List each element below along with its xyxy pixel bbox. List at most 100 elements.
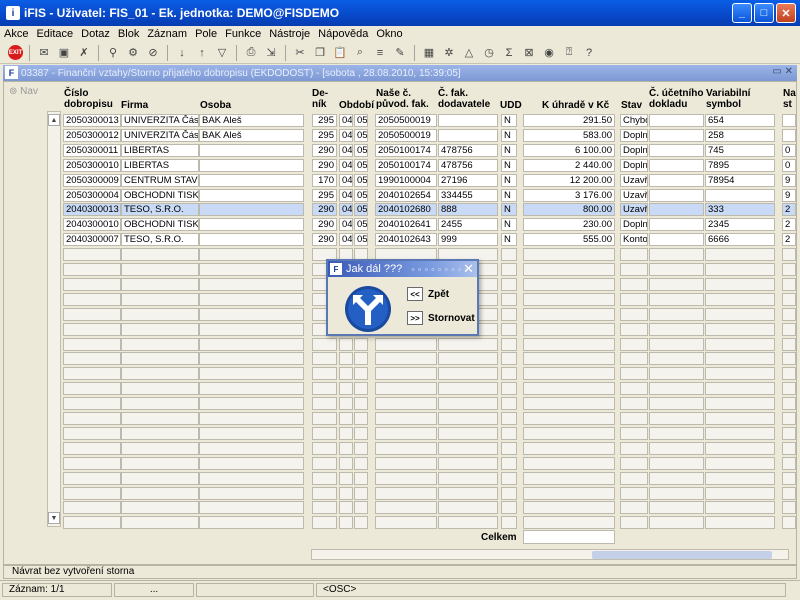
cell-kuhrade[interactable] <box>523 248 615 262</box>
export-icon[interactable]: ⇲ <box>263 45 279 61</box>
cell-denik[interactable] <box>312 397 337 411</box>
cell-cfak[interactable] <box>438 441 498 455</box>
cell-cislo[interactable]: 2050300010 <box>63 158 121 172</box>
cell-nase[interactable] <box>375 516 437 530</box>
cell-varsym[interactable] <box>705 263 775 276</box>
table-row[interactable]: 2040300013 TESO, S.R.O. 290 04 05 2040102680 8… <box>0 203 800 217</box>
cell-denik[interactable]: 290 <box>312 143 337 157</box>
cell-kuhrade[interactable] <box>523 367 615 381</box>
cell-cislo[interactable] <box>63 516 121 530</box>
cell-na[interactable] <box>782 456 796 470</box>
cell-na[interactable] <box>782 263 796 276</box>
cell-cucet[interactable] <box>649 337 704 351</box>
table-row[interactable] <box>0 382 800 396</box>
cell-nase[interactable] <box>375 337 437 351</box>
table-row[interactable]: 2050300013UNIVERZITA Část: EBAK Aleš2950… <box>0 114 800 127</box>
cell-firma[interactable]: LIBERTAS <box>121 158 199 172</box>
cancel-storno-button[interactable]: >> <box>407 311 423 325</box>
cell-firma[interactable]: TESO, S.R.O. <box>121 203 199 217</box>
cell-obd2[interactable] <box>354 337 368 351</box>
cell-udd[interactable] <box>501 456 517 470</box>
cell-stav[interactable] <box>620 337 648 351</box>
cell-obd2[interactable] <box>354 501 368 515</box>
cell-osoba[interactable]: BAK Aleš <box>199 114 304 127</box>
cell-stav[interactable] <box>620 292 648 306</box>
sum-icon[interactable]: Σ <box>501 45 517 61</box>
cell-osoba[interactable] <box>199 441 304 455</box>
cell-obd1[interactable] <box>339 516 353 530</box>
cell-osoba[interactable] <box>199 233 304 247</box>
cell-kuhrade[interactable] <box>523 441 615 455</box>
cell-osoba[interactable] <box>199 501 304 515</box>
cell-obd1[interactable]: 04 <box>339 188 353 202</box>
cell-cfak[interactable] <box>438 471 498 485</box>
cell-udd[interactable]: N <box>501 158 517 172</box>
cell-denik[interactable] <box>312 501 337 515</box>
cell-udd[interactable] <box>501 263 517 276</box>
cell-cislo[interactable] <box>63 292 121 306</box>
cell-obd2[interactable] <box>354 352 368 366</box>
cell-varsym[interactable] <box>705 337 775 351</box>
cell-cucet[interactable] <box>649 471 704 485</box>
cell-varsym[interactable] <box>705 367 775 381</box>
cell-nase[interactable]: 1990100004 <box>375 173 437 187</box>
minimize-button[interactable]: _ <box>732 3 752 23</box>
cell-stav[interactable] <box>620 397 648 411</box>
cell-obd2[interactable] <box>354 426 368 440</box>
cell-udd[interactable] <box>501 337 517 351</box>
menu-nastroje[interactable]: Nástroje <box>269 28 310 40</box>
cell-nase[interactable]: 2050500019 <box>375 114 437 127</box>
cell-varsym[interactable] <box>705 412 775 425</box>
cell-osoba[interactable] <box>199 188 304 202</box>
cell-obd2[interactable] <box>354 516 368 530</box>
cell-stav[interactable] <box>620 382 648 396</box>
delete-record-icon[interactable]: ✗ <box>76 45 92 61</box>
cell-cislo[interactable] <box>63 382 121 396</box>
cell-na[interactable] <box>782 322 796 336</box>
cell-cfak[interactable]: 999 <box>438 233 498 247</box>
cell-cislo[interactable] <box>63 367 121 381</box>
cell-obd1[interactable]: 04 <box>339 158 353 172</box>
cell-udd[interactable] <box>501 516 517 530</box>
cell-denik[interactable]: 295 <box>312 188 337 202</box>
cell-na[interactable] <box>782 397 796 411</box>
cell-denik[interactable] <box>312 516 337 530</box>
cell-varsym[interactable] <box>705 471 775 485</box>
cell-udd[interactable] <box>501 441 517 455</box>
cell-na[interactable] <box>782 412 796 425</box>
cell-cislo[interactable]: 2040300010 <box>63 218 121 232</box>
cell-cfak[interactable] <box>438 501 498 515</box>
cell-denik[interactable] <box>312 486 337 500</box>
cell-cucet[interactable] <box>649 263 704 276</box>
cell-kuhrade[interactable]: 555.00 <box>523 233 615 247</box>
cell-kuhrade[interactable]: 291.50 <box>523 114 615 127</box>
cell-na[interactable] <box>782 248 796 262</box>
close-button[interactable]: ✕ <box>776 3 796 23</box>
cell-cislo[interactable] <box>63 456 121 470</box>
cell-firma[interactable] <box>121 322 199 336</box>
cell-obd1[interactable] <box>339 352 353 366</box>
cell-varsym[interactable]: 333 <box>705 203 775 217</box>
cell-osoba[interactable] <box>199 143 304 157</box>
cell-firma[interactable] <box>121 397 199 411</box>
cell-firma[interactable] <box>121 248 199 262</box>
cell-denik[interactable]: 295 <box>312 114 337 127</box>
cell-obd1[interactable]: 04 <box>339 143 353 157</box>
cell-osoba[interactable] <box>199 277 304 291</box>
cell-osoba[interactable] <box>199 337 304 351</box>
cell-udd[interactable] <box>501 426 517 440</box>
cell-nase[interactable]: 2050100174 <box>375 158 437 172</box>
cell-obd1[interactable] <box>339 412 353 425</box>
table-row[interactable] <box>0 412 800 425</box>
menu-okno[interactable]: Okno <box>376 28 402 40</box>
cell-kuhrade[interactable] <box>523 412 615 425</box>
cell-kuhrade[interactable]: 2 440.00 <box>523 158 615 172</box>
cell-denik[interactable]: 290 <box>312 218 337 232</box>
cell-cfak[interactable] <box>438 128 498 142</box>
cell-obd1[interactable]: 04 <box>339 173 353 187</box>
cell-varsym[interactable] <box>705 456 775 470</box>
cell-kuhrade[interactable]: 6 100.00 <box>523 143 615 157</box>
cell-denik[interactable] <box>312 426 337 440</box>
cell-na[interactable]: 2 <box>782 218 796 232</box>
cell-stav[interactable]: Doplně <box>620 143 648 157</box>
